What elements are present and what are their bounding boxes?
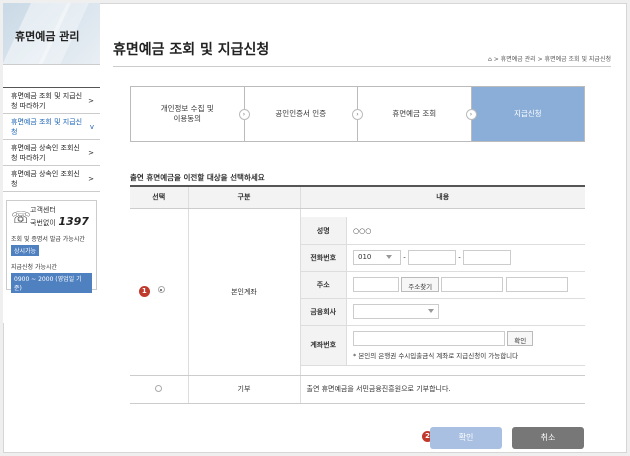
bank-label: 금융회사 <box>300 298 347 326</box>
step-payment: 지급신청 <box>471 87 584 141</box>
customer-center-prefix: 국번없이 <box>30 219 56 227</box>
sidebar-title: 휴면예금 관리 <box>15 30 80 43</box>
name-value: ○○○ <box>346 217 585 245</box>
chevron-right-icon: › <box>465 109 477 120</box>
phone-middle-input[interactable] <box>408 250 456 266</box>
address-label: 주소 <box>300 271 347 299</box>
donation-content: 출연 휴면예금을 서민금융진흥원으로 기부합니다. <box>300 375 585 404</box>
step-indicator: 개인정보 수집 및 이용동의 › 공인인증서 인증 › 휴면예금 조회 › 지급… <box>130 86 585 142</box>
chevron-right-icon: > <box>88 149 94 157</box>
phone-prefix-select[interactable]: 010 <box>353 250 401 266</box>
phone-separator: - <box>403 253 406 262</box>
chevron-right-icon: > <box>88 97 94 105</box>
hours-title: 조회 및 증명서 발급 가능시간 <box>11 236 85 243</box>
sidebar-item-label: 휴면예금 상속인 조회신청 따라하기 <box>11 144 80 162</box>
header-type: 구분 <box>188 186 301 209</box>
type-own-account: 본인계좌 <box>188 208 301 376</box>
header-content: 내용 <box>300 186 585 209</box>
sidebar-item-heir-inquiry[interactable]: 휴면예금 상속인 조회신청 > <box>3 166 100 192</box>
own-account-form: 성명 ○○○ 전화번호 010 - - 주소 주소찾기 금융회사 계좌번호 확인… <box>300 217 585 366</box>
confirm-button[interactable]: 확인 <box>430 427 502 449</box>
phone-label: 전화번호 <box>300 244 347 272</box>
account-label: 계좌번호 <box>300 325 347 366</box>
radio-donation[interactable] <box>155 384 163 392</box>
address-detail-input[interactable] <box>505 277 568 293</box>
customer-center-box: ☏ 고객센터 국번없이 1397 조회 및 증명서 발급 가능시간 상시가능 지… <box>6 200 97 293</box>
header-select: 선택 <box>130 186 189 209</box>
bank-select[interactable] <box>353 304 439 320</box>
account-note: * 본인의 은행권 수시입출금식 계좌로 지급신청이 가능합니다 <box>353 351 519 360</box>
chevron-right-icon: › <box>352 109 363 120</box>
step-inquiry: 휴면예금 조회 › <box>358 87 477 141</box>
breadcrumb: ⌂ > 휴면예금 관리 > 휴면예금 조회 및 지급신청 <box>488 56 611 63</box>
step-badge: 1 <box>138 286 150 297</box>
breadcrumb-item: 휴면예금 조회 및 지급신청 <box>544 56 611 63</box>
select-cell <box>130 375 189 404</box>
title-divider <box>113 66 611 67</box>
target-table: 선택 구분 내용 1 본인계좌 성명 ○○○ 전화번호 010 - - 주소 주… <box>130 185 585 404</box>
page-title: 휴면예금 조회 및 지급신청 <box>113 42 270 58</box>
chevron-down-icon <box>385 255 392 260</box>
name-label: 성명 <box>300 217 347 245</box>
address-input[interactable] <box>441 277 504 293</box>
customer-center-number: 1397 <box>58 215 89 228</box>
account-number-input[interactable] <box>353 330 505 346</box>
breadcrumb-item[interactable]: 휴면예금 관리 <box>501 56 536 63</box>
address-search-button[interactable]: 주소찾기 <box>401 277 440 293</box>
zipcode-input[interactable] <box>353 277 399 293</box>
hours-badge: 상시가능 <box>11 245 40 256</box>
chevron-right-icon: › <box>238 109 250 120</box>
cancel-button[interactable]: 취소 <box>512 427 584 449</box>
select-cell: 1 <box>130 208 189 376</box>
section-title: 출연 휴면예금을 이전할 대상을 선택하세요 <box>130 173 265 182</box>
chevron-down-icon: v <box>89 123 94 131</box>
phone-separator: - <box>458 253 461 262</box>
phone-last-input[interactable] <box>463 250 511 266</box>
step-certificate: 공인인증서 인증 › <box>245 87 363 141</box>
chevron-down-icon <box>428 309 434 314</box>
sidebar-item-guide[interactable]: 휴면예금 조회 및 지급신청 따라하기 > <box>3 88 100 114</box>
sidebar-item-heir-guide[interactable]: 휴면예금 상속인 조회신청 따라하기 > <box>3 140 100 166</box>
radio-own-account[interactable] <box>157 286 165 293</box>
sidebar-menu: 휴면예금 조회 및 지급신청 따라하기 > 휴면예금 조회 및 지급신청 v 휴… <box>3 87 100 192</box>
sidebar-item-label: 휴면예금 상속인 조회신청 <box>11 170 80 188</box>
sidebar-item-label: 휴면예금 조회 및 지급신청 <box>11 118 83 136</box>
sidebar: 휴면예금 관리 휴면예금 조회 및 지급신청 따라하기 > 휴면예금 조회 및 … <box>3 3 100 323</box>
sidebar-item-label: 휴면예금 조회 및 지급신청 따라하기 <box>11 92 83 110</box>
type-donation: 기부 <box>188 375 301 404</box>
phone-icon: ☏ <box>11 207 32 227</box>
customer-center-label: 고객센터 <box>30 206 56 214</box>
pay-hours-badge: 0900 ~ 2000 (영업일 기준) <box>11 273 92 293</box>
chevron-right-icon: > <box>88 175 94 183</box>
sidebar-header: 휴면예금 관리 <box>3 3 100 65</box>
sidebar-item-inquiry[interactable]: 휴면예금 조회 및 지급신청 v <box>3 114 100 140</box>
account-confirm-button[interactable]: 확인 <box>507 330 534 346</box>
pay-hours-title: 지급신청 가능시간 <box>11 264 58 271</box>
home-icon[interactable]: ⌂ <box>488 56 492 63</box>
step-consent: 개인정보 수집 및 이용동의 › <box>131 87 250 141</box>
